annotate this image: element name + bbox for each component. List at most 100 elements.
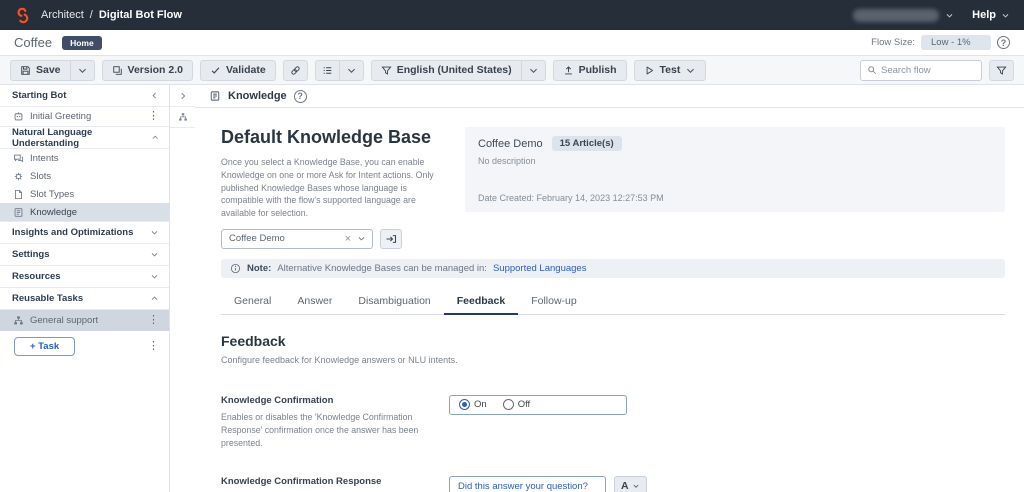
knowledge-content: Default Knowledge Base Once you select a…: [195, 108, 1024, 492]
tab-feedback[interactable]: Feedback: [444, 290, 518, 315]
test-button[interactable]: Test: [634, 60, 707, 81]
sidebar-section-settings[interactable]: Settings: [0, 244, 169, 266]
save-menu-button[interactable]: [71, 60, 95, 81]
search-filter-button[interactable]: [989, 60, 1014, 81]
search-box: [860, 60, 982, 81]
flow-size-help-icon[interactable]: ?: [997, 36, 1010, 49]
kb-select[interactable]: Coffee Demo ×: [221, 229, 373, 249]
language-menu-button[interactable]: [522, 60, 546, 81]
chevron-down-icon: [150, 228, 159, 237]
field-description: Enables or disables the 'Knowledge Confi…: [221, 411, 447, 451]
radio-off[interactable]: Off: [503, 399, 531, 410]
tab-general[interactable]: General: [221, 290, 284, 314]
help-menu[interactable]: Help: [972, 9, 1010, 21]
sidebar-section-reusable-tasks[interactable]: Reusable Tasks: [0, 288, 169, 310]
breadcrumb-product[interactable]: Architect: [41, 9, 84, 21]
kb-tabs: General Answer Disambiguation Feedback F…: [221, 290, 1005, 315]
sidebar-section-insights[interactable]: Insights and Optimizations: [0, 222, 169, 244]
sidebar-item-intents[interactable]: Intents: [0, 149, 169, 167]
language-button-group: English (United States): [371, 60, 546, 81]
sidebar-section-starting-bot[interactable]: Starting Bot: [0, 85, 169, 107]
response-control: A: [449, 476, 647, 492]
sidebar-item-slot-types[interactable]: Slot Types: [0, 185, 169, 203]
save-label: Save: [36, 64, 61, 76]
flow-tree-button[interactable]: [170, 107, 195, 128]
genesys-logo-icon: [14, 7, 31, 24]
sidebar-item-knowledge[interactable]: Knowledge: [0, 203, 169, 222]
home-badge: Home: [62, 36, 102, 50]
sidebar-item-general-support[interactable]: General support ⋮: [0, 310, 169, 331]
kebab-menu-icon[interactable]: ⋮: [146, 315, 161, 326]
save-button-group: Save: [10, 60, 95, 81]
info-icon: [230, 263, 241, 274]
page-help-icon[interactable]: ?: [294, 90, 307, 103]
funnel-icon: [381, 65, 392, 76]
sidebar-item-initial-greeting[interactable]: Initial Greeting ⋮: [0, 107, 169, 127]
sidebar-item-slots[interactable]: Slots: [0, 167, 169, 185]
section-label: Reusable Tasks: [12, 293, 83, 304]
language-label: English (United States): [397, 64, 512, 76]
note-text: Alternative Knowledge Bases can be manag…: [277, 263, 487, 274]
sidebar: Starting Bot Initial Greeting ⋮ Natural …: [0, 85, 170, 492]
kb-info-title-row: Coffee Demo 15 Article(s): [478, 136, 992, 151]
confirmation-response-input[interactable]: [449, 476, 606, 492]
item-label: Intents: [30, 153, 59, 164]
sidebar-section-nlu[interactable]: Natural Language Understanding: [0, 127, 169, 149]
search-icon: [867, 65, 877, 75]
save-button[interactable]: Save: [10, 60, 71, 81]
kebab-menu-icon[interactable]: ⋮: [146, 111, 161, 122]
flow-header: Coffee Home Flow Size: Low - 1% ?: [0, 30, 1024, 56]
supported-languages-link[interactable]: Supported Languages: [493, 263, 587, 274]
sidebar-section-resources[interactable]: Resources: [0, 266, 169, 288]
chevron-down-icon: [346, 65, 357, 76]
language-button[interactable]: English (United States): [371, 60, 522, 81]
radio-on[interactable]: On: [459, 399, 487, 410]
tab-follow-up[interactable]: Follow-up: [518, 290, 590, 314]
topbar-right: Help: [853, 9, 1010, 22]
radio-off-label: Off: [518, 399, 531, 410]
gear-icon: [13, 171, 24, 182]
section-label: Resources: [12, 271, 61, 282]
breadcrumb-separator: /: [90, 9, 93, 21]
version-button[interactable]: Version 2.0: [102, 60, 193, 81]
tab-answer[interactable]: Answer: [284, 290, 345, 314]
feedback-section-title: Feedback: [221, 333, 1005, 349]
actions-button-group: [315, 60, 364, 81]
publish-button[interactable]: Publish: [553, 60, 627, 81]
add-task-button[interactable]: + Task: [14, 337, 75, 356]
check-icon: [210, 65, 221, 76]
redacted-username: [853, 9, 939, 22]
link-icon: [290, 65, 301, 76]
clear-icon[interactable]: ×: [342, 233, 354, 245]
chevron-right-icon: [178, 91, 188, 101]
publish-label: Publish: [579, 64, 617, 76]
chevron-down-icon: [945, 11, 954, 20]
item-label: Knowledge: [30, 207, 77, 218]
actions-list-button[interactable]: [315, 60, 340, 81]
search-input[interactable]: [881, 65, 975, 76]
toolbox-strip: [170, 85, 195, 492]
funnel-icon: [996, 65, 1007, 76]
kb-info-description: No description: [478, 156, 992, 166]
note-bar: Note: Alternative Knowledge Bases can be…: [221, 259, 1005, 278]
upload-icon: [563, 65, 574, 76]
flow-name: Coffee: [14, 35, 52, 50]
text-format-button[interactable]: A: [614, 476, 647, 492]
kebab-menu-icon[interactable]: ⋮: [146, 341, 161, 352]
expand-panel-button[interactable]: [170, 85, 195, 107]
open-knowledge-base-button[interactable]: [380, 229, 402, 249]
tab-disambiguation[interactable]: Disambiguation: [345, 290, 443, 314]
field-text: Knowledge Confirmation Enables or disabl…: [221, 395, 449, 451]
actions-menu-button[interactable]: [340, 60, 364, 81]
link-button[interactable]: [283, 60, 308, 81]
user-menu[interactable]: [853, 9, 954, 22]
book-icon: [209, 90, 221, 102]
chevron-down-icon: [1001, 11, 1010, 20]
chevron-down-icon: [150, 272, 159, 281]
validate-button[interactable]: Validate: [200, 60, 276, 81]
kb-select-value: Coffee Demo: [229, 233, 285, 244]
toolbar: Save Version 2.0 Validate: [0, 56, 1024, 85]
chevron-down-icon: [632, 482, 640, 490]
chevron-up-icon: [151, 133, 159, 142]
section-label: Settings: [12, 249, 49, 260]
